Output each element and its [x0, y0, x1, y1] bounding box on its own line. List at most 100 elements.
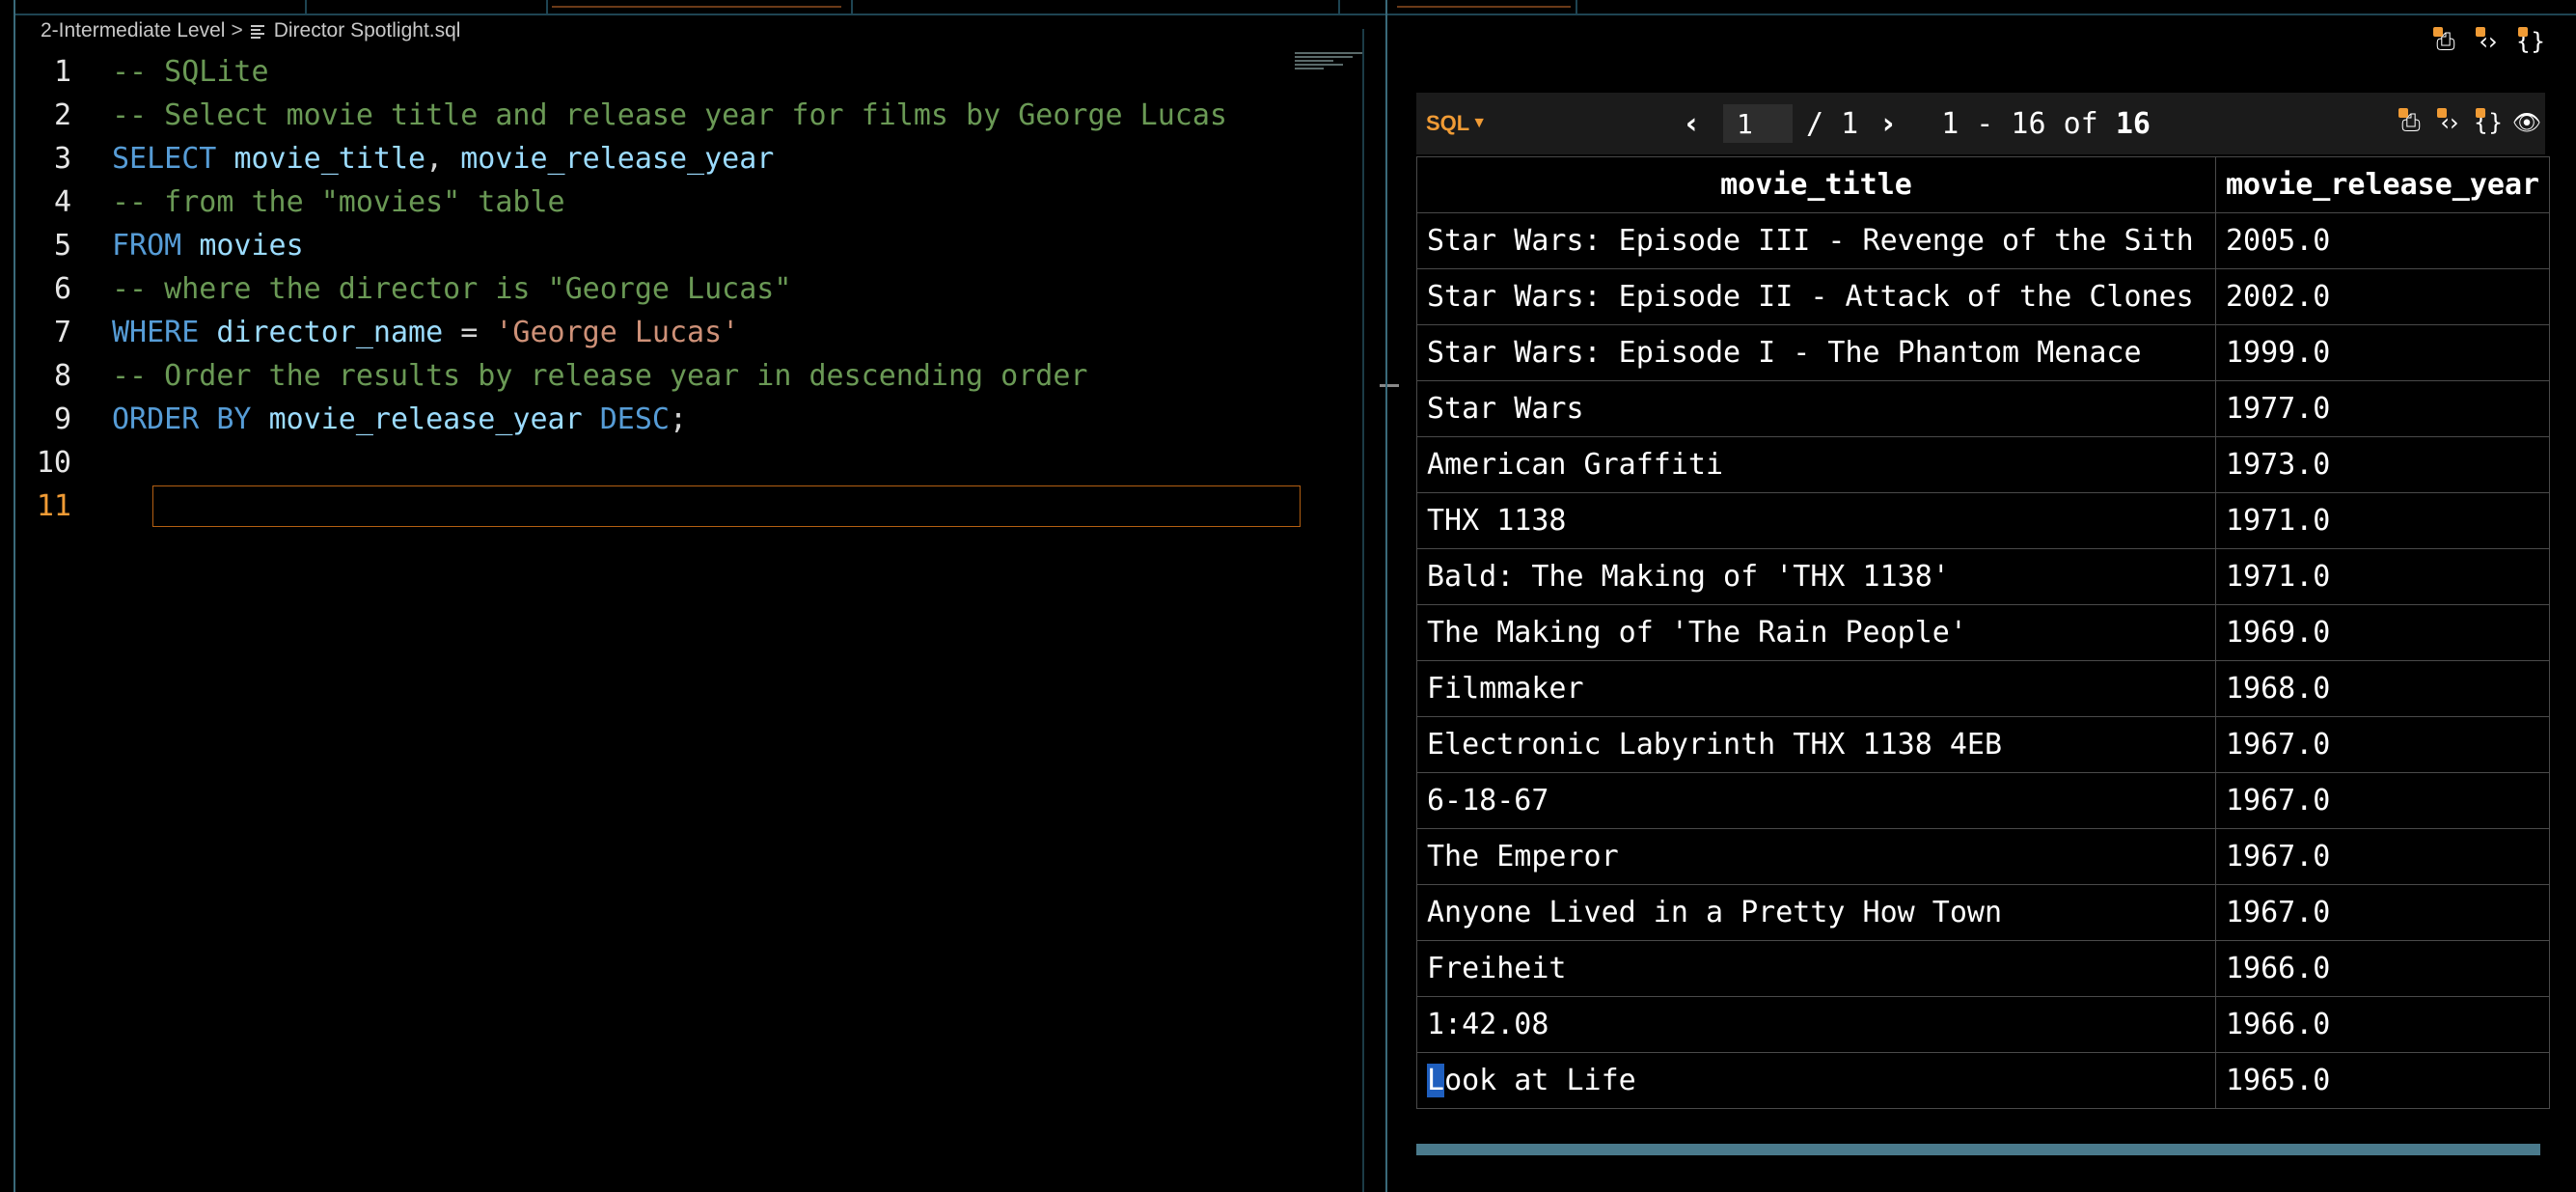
- cell-movie-title[interactable]: 6-18-67: [1416, 772, 2216, 829]
- cell-movie-title[interactable]: American Graffiti: [1416, 436, 2216, 493]
- editor-tab[interactable]: [851, 0, 1340, 14]
- code-text[interactable]: SELECT movie_title, movie_release_year: [112, 142, 1308, 176]
- cell-movie-release-year[interactable]: 1967.0: [2214, 828, 2551, 885]
- code-line[interactable]: 1 -- SQLite: [15, 50, 1308, 94]
- json-view-icon[interactable]: {}: [2474, 108, 2503, 137]
- table-row[interactable]: Bald: The Making of 'THX 1138' 1971.0: [1416, 548, 2551, 605]
- code-text[interactable]: -- where the director is "George Lucas": [112, 272, 1308, 306]
- table-row[interactable]: Anyone Lived in a Pretty How Town 1967.0: [1416, 884, 2551, 941]
- line-number: 11: [36, 489, 71, 523]
- code-text[interactable]: -- Order the results by release year in …: [112, 359, 1308, 393]
- table-row[interactable]: Star Wars: Episode III - Revenge of the …: [1416, 212, 2551, 269]
- cell-movie-title[interactable]: Star Wars: Episode I - The Phantom Menac…: [1416, 324, 2216, 381]
- cell-movie-release-year[interactable]: 1967.0: [2214, 772, 2551, 829]
- code-text[interactable]: -- from the "movies" table: [112, 185, 1308, 219]
- chevron-left-icon[interactable]: ‹: [1677, 107, 1706, 141]
- cell-movie-release-year[interactable]: 1966.0: [2214, 996, 2551, 1053]
- cell-movie-release-year[interactable]: 1967.0: [2214, 716, 2551, 773]
- code-token: -- Select movie title and release year f…: [112, 98, 1227, 132]
- cell-movie-release-year[interactable]: 1973.0: [2214, 436, 2551, 493]
- cell-movie-title[interactable]: Bald: The Making of 'THX 1138': [1416, 548, 2216, 605]
- code-editor[interactable]: 1 -- SQLite 2 -- Select movie title and rel…: [15, 50, 1385, 1189]
- cell-movie-release-year[interactable]: 2005.0: [2214, 212, 2551, 269]
- code-view-icon[interactable]: ‹›: [2435, 108, 2464, 137]
- cell-movie-title[interactable]: Star Wars: Episode III - Revenge of the …: [1416, 212, 2216, 269]
- cell-movie-release-year[interactable]: 1977.0: [2214, 380, 2551, 437]
- code-line[interactable]: 7 WHERE director_name = 'George Lucas': [15, 311, 1308, 354]
- row-range-text: 1 - 16 of: [1941, 106, 2116, 141]
- cell-movie-release-year[interactable]: 1971.0: [2214, 548, 2551, 605]
- line-number: 4: [53, 185, 71, 219]
- code-text[interactable]: WHERE director_name = 'George Lucas': [112, 316, 1308, 349]
- code-line[interactable]: 6 -- where the director is "George Lucas": [15, 267, 1308, 311]
- code-text[interactable]: -- Select movie title and release year f…: [112, 98, 1308, 132]
- code-line[interactable]: 4 -- from the "movies" table: [15, 180, 1308, 224]
- code-token: movie_title: [233, 142, 426, 176]
- table-row[interactable]: Filmmaker 1968.0: [1416, 660, 2551, 717]
- code-line[interactable]: 8 -- Order the results by release year in…: [15, 354, 1308, 398]
- code-line[interactable]: 3 SELECT movie_title, movie_release_year: [15, 137, 1308, 180]
- code-view-icon[interactable]: ‹›: [2474, 27, 2503, 56]
- table-row[interactable]: 6-18-67 1967.0: [1416, 772, 2551, 829]
- cell-movie-release-year[interactable]: 1965.0: [2214, 1052, 2551, 1109]
- code-line[interactable]: 5 FROM movies: [15, 224, 1308, 267]
- cell-movie-title[interactable]: Freiheit: [1416, 940, 2216, 997]
- cell-movie-release-year[interactable]: 2002.0: [2214, 268, 2551, 325]
- code-line[interactable]: 2 -- Select movie title and release year …: [15, 94, 1308, 137]
- results-tab[interactable]: [1576, 0, 2576, 14]
- sql-menu-button[interactable]: SQL ▼: [1426, 111, 1487, 136]
- code-text[interactable]: ORDER BY movie_release_year DESC;: [112, 402, 1308, 436]
- table-row[interactable]: American Graffiti 1973.0: [1416, 436, 2551, 493]
- json-view-icon[interactable]: {}: [2516, 27, 2545, 56]
- eye-icon[interactable]: 👁: [2512, 108, 2541, 137]
- breadcrumb-folder[interactable]: 2-Intermediate Level: [41, 19, 225, 42]
- table-row[interactable]: The Emperor 1967.0: [1416, 828, 2551, 885]
- editor-tab[interactable]: [552, 0, 853, 14]
- export-icon[interactable]: ⎙: [2397, 108, 2425, 137]
- code-token: 'George Lucas': [495, 316, 740, 349]
- cell-movie-title[interactable]: Electronic Labyrinth THX 1138 4EB: [1416, 716, 2216, 773]
- cell-movie-release-year[interactable]: 1999.0: [2214, 324, 2551, 381]
- table-row[interactable]: Electronic Labyrinth THX 1138 4EB 1967.0: [1416, 716, 2551, 773]
- cell-movie-release-year[interactable]: 1967.0: [2214, 884, 2551, 941]
- cell-movie-title[interactable]: 1:42.08: [1416, 996, 2216, 1053]
- cell-movie-title[interactable]: Star Wars: Episode II - Attack of the Cl…: [1416, 268, 2216, 325]
- horizontal-scrollbar[interactable]: [1416, 1144, 2540, 1155]
- table-row[interactable]: The Making of 'The Rain People' 1969.0: [1416, 604, 2551, 661]
- results-tab[interactable]: [1387, 0, 1577, 14]
- cell-movie-title[interactable]: Filmmaker: [1416, 660, 2216, 717]
- cell-movie-title[interactable]: The Emperor: [1416, 828, 2216, 885]
- code-text[interactable]: -- SQLite: [112, 55, 1308, 89]
- cell-movie-title[interactable]: Anyone Lived in a Pretty How Town: [1416, 884, 2216, 941]
- cell-movie-release-year[interactable]: 1968.0: [2214, 660, 2551, 717]
- text-cursor: L: [1427, 1064, 1445, 1097]
- page-number-input[interactable]: [1723, 104, 1793, 143]
- line-number: 10: [36, 446, 71, 480]
- cell-movie-title[interactable]: Look at Life: [1416, 1052, 2216, 1109]
- column-header-movie-release-year[interactable]: movie_release_year: [2214, 156, 2551, 213]
- table-row[interactable]: Star Wars: Episode I - The Phantom Menac…: [1416, 324, 2551, 381]
- editor-tab[interactable]: [305, 0, 548, 14]
- export-icon[interactable]: ⎙: [2431, 27, 2460, 56]
- cell-movie-release-year[interactable]: 1966.0: [2214, 940, 2551, 997]
- pane-divider[interactable]: [1362, 29, 1364, 1192]
- breadcrumb-file[interactable]: Director Spotlight.sql: [274, 19, 461, 42]
- cell-movie-title[interactable]: The Making of 'The Rain People': [1416, 604, 2216, 661]
- table-row[interactable]: Star Wars 1977.0: [1416, 380, 2551, 437]
- column-header-movie-title[interactable]: movie_title: [1416, 156, 2216, 213]
- table-row[interactable]: 1:42.08 1966.0: [1416, 996, 2551, 1053]
- code-line[interactable]: 9 ORDER BY movie_release_year DESC;: [15, 398, 1308, 441]
- cell-movie-release-year[interactable]: 1971.0: [2214, 492, 2551, 549]
- table-row[interactable]: Freiheit 1966.0: [1416, 940, 2551, 997]
- chevron-right-icon[interactable]: ›: [1874, 107, 1903, 141]
- sql-badge-label: SQL: [1426, 111, 1470, 135]
- editor-tab[interactable]: [15, 0, 307, 14]
- cell-movie-title[interactable]: THX 1138: [1416, 492, 2216, 549]
- cell-movie-title[interactable]: Star Wars: [1416, 380, 2216, 437]
- table-row[interactable]: THX 1138 1971.0: [1416, 492, 2551, 549]
- code-line[interactable]: 10: [15, 441, 1308, 485]
- code-text[interactable]: FROM movies: [112, 229, 1308, 263]
- cell-movie-release-year[interactable]: 1969.0: [2214, 604, 2551, 661]
- table-row[interactable]: Star Wars: Episode II - Attack of the Cl…: [1416, 268, 2551, 325]
- table-row[interactable]: Look at Life 1965.0: [1416, 1052, 2551, 1109]
